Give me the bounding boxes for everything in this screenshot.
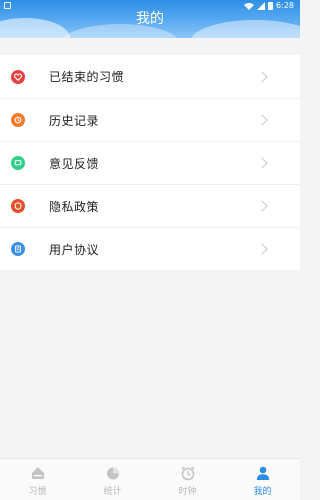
home-icon xyxy=(31,467,44,479)
menu-item-label: 意见反馈 xyxy=(49,156,100,171)
menu-item-privacy-policy[interactable]: 隐私政策 xyxy=(0,184,300,227)
bottom-tab-bar: 习惯 统计 时钟 我的 xyxy=(0,458,300,500)
document-icon xyxy=(11,242,25,256)
header: 6:28 我的 xyxy=(0,0,300,38)
pie-chart-icon xyxy=(106,467,119,480)
page-title: 我的 xyxy=(136,11,164,27)
alarm-clock-icon xyxy=(180,466,195,481)
tab-label: 我的 xyxy=(253,487,272,497)
menu-item-history[interactable]: 历史记录 xyxy=(0,98,300,141)
chat-icon xyxy=(11,156,25,170)
signal-icon xyxy=(257,2,266,10)
menu-item-label: 历史记录 xyxy=(49,113,100,128)
tab-statistics[interactable]: 统计 xyxy=(75,459,150,500)
tab-label: 时钟 xyxy=(178,487,197,497)
user-icon xyxy=(256,466,269,480)
battery-icon xyxy=(268,2,274,10)
notification-icon xyxy=(4,2,11,9)
tab-label: 统计 xyxy=(103,487,122,497)
chevron-right-icon xyxy=(256,200,268,212)
menu-item-label: 隐私政策 xyxy=(49,199,100,214)
clock-icon xyxy=(11,113,25,127)
wifi-icon xyxy=(244,2,255,10)
tab-label: 习惯 xyxy=(28,487,47,497)
menu-item-label: 用户协议 xyxy=(49,242,100,257)
menu-item-label: 已结束的习惯 xyxy=(49,70,125,84)
tab-clock[interactable]: 时钟 xyxy=(150,459,225,500)
menu-item-feedback[interactable]: 意见反馈 xyxy=(0,141,300,184)
heart-icon xyxy=(11,69,25,84)
chevron-right-icon xyxy=(256,70,268,83)
chevron-right-icon xyxy=(256,157,268,169)
tab-habits[interactable]: 习惯 xyxy=(0,459,75,500)
menu-item-user-agreement[interactable]: 用户协议 xyxy=(0,227,300,270)
menu-item-ended-habits[interactable]: 已结束的习惯 xyxy=(0,55,300,98)
chevron-right-icon xyxy=(256,114,268,126)
shield-icon xyxy=(11,199,25,213)
chevron-right-icon xyxy=(256,243,268,255)
menu-list: 已结束的习惯 历史记录 意见反馈 隐私政策 用户协议 xyxy=(0,55,300,270)
tab-me[interactable]: 我的 xyxy=(225,459,300,500)
